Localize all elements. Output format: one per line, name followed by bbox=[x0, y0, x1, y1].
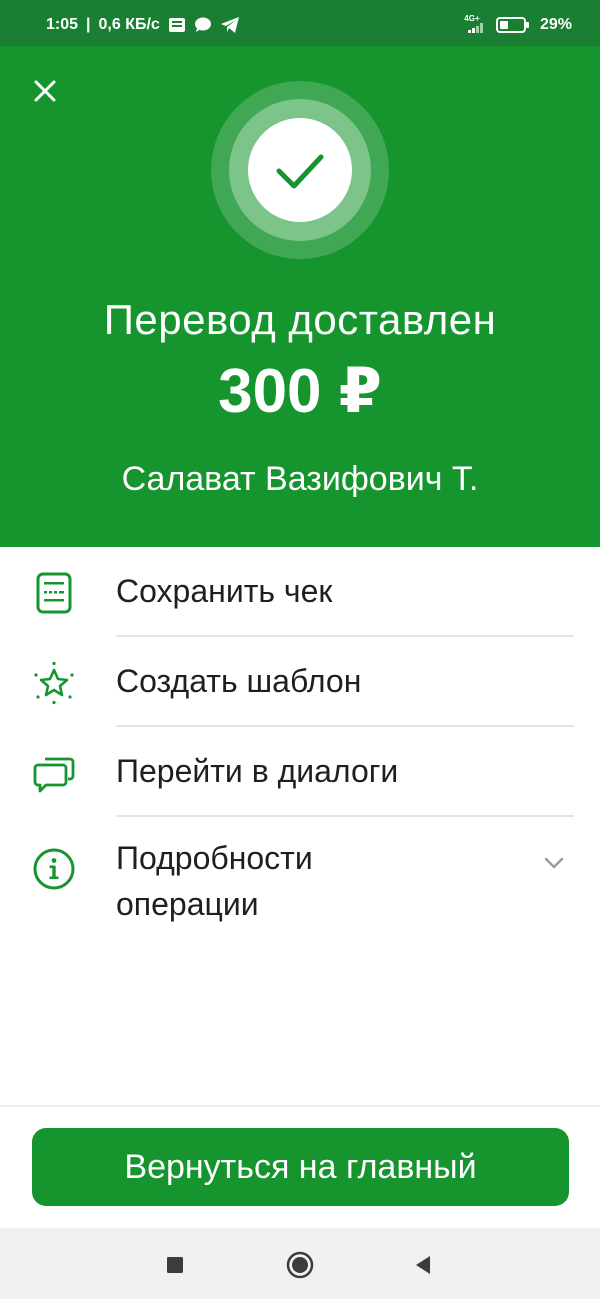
home-icon[interactable] bbox=[285, 1250, 315, 1280]
actions-list: Сохранить чек Создать шаблон Перейти в д… bbox=[0, 547, 600, 947]
status-speed: 0,6 КБ/с bbox=[98, 16, 160, 33]
system-navigation-bar bbox=[0, 1228, 600, 1299]
operation-details-label-line1: Подробности bbox=[116, 840, 313, 876]
close-icon[interactable] bbox=[28, 74, 62, 108]
status-bar-right: 4G+ 29% bbox=[458, 14, 572, 35]
go-to-dialogs-item[interactable]: Перейти в диалоги bbox=[0, 727, 600, 817]
save-receipt-item[interactable]: Сохранить чек bbox=[0, 547, 600, 637]
chat-bubble-icon bbox=[194, 17, 211, 32]
operation-details-label: Подробности операции bbox=[116, 835, 496, 927]
return-home-button[interactable]: Вернуться на главный bbox=[32, 1128, 569, 1206]
notification-icon bbox=[168, 18, 185, 32]
battery-icon bbox=[495, 16, 529, 33]
info-icon bbox=[33, 848, 75, 890]
chevron-down-icon[interactable] bbox=[542, 851, 566, 875]
page-title: Перевод доставлен bbox=[103, 296, 497, 343]
create-template-item[interactable]: Создать шаблон bbox=[0, 637, 600, 727]
recent-apps-icon[interactable] bbox=[160, 1250, 190, 1280]
network-type-label: 4G+ bbox=[464, 14, 480, 23]
operation-details-item[interactable]: Подробности операции bbox=[0, 817, 600, 947]
back-icon[interactable] bbox=[408, 1250, 438, 1280]
signal-icon bbox=[467, 23, 483, 33]
star-icon bbox=[34, 661, 74, 705]
bottom-divider bbox=[0, 1105, 600, 1107]
status-time: 1:05 bbox=[46, 16, 79, 33]
operation-details-label-line2: операции bbox=[116, 886, 259, 922]
go-to-dialogs-label: Перейти в диалоги bbox=[116, 753, 399, 789]
create-template-label: Создать шаблон bbox=[116, 663, 362, 699]
status-separator: | bbox=[86, 16, 91, 33]
receipt-icon bbox=[36, 572, 72, 614]
recipient-name: Салават Вазифович Т. bbox=[121, 460, 479, 498]
dialogs-icon bbox=[33, 757, 75, 793]
status-bar: 1:05 | 0,6 КБ/с 4G+ 29% bbox=[0, 0, 600, 46]
save-receipt-label: Сохранить чек bbox=[116, 573, 333, 609]
network-indicator: 4G+ bbox=[458, 14, 486, 35]
battery-percent: 29% bbox=[539, 15, 572, 33]
success-header: Перевод доставлен 300 ₽ Салават Вазифови… bbox=[0, 46, 600, 547]
status-bar-left: 1:05 | 0,6 КБ/с bbox=[46, 16, 240, 34]
transfer-amount: 300 ₽ bbox=[218, 357, 382, 426]
telegram-icon bbox=[220, 17, 239, 33]
success-check-icon bbox=[211, 81, 389, 259]
